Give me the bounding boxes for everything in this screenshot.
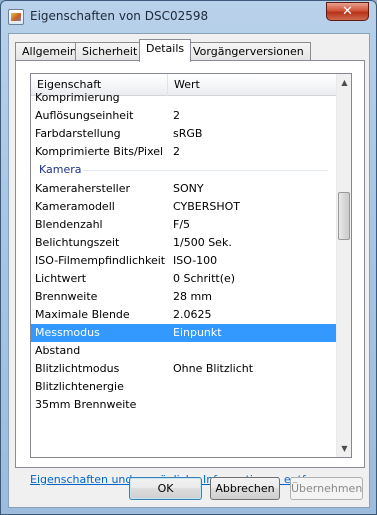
tab-vorgaengerversionen[interactable]: Vorgängerversionen — [186, 42, 311, 61]
list-item[interactable]: Auflösungseinheit 2 — [31, 107, 338, 125]
property-value: 2 — [173, 109, 180, 122]
details-panel: Eigenschaft Wert Komprimierung Auflösung… — [15, 60, 365, 468]
list-item[interactable]: Blendenzahl F/5 — [31, 216, 338, 234]
window-title: Eigenschaften von DSC02598 — [30, 9, 209, 23]
tab-sicherheit[interactable]: Sicherheit — [75, 42, 145, 61]
property-value: SONY — [173, 182, 204, 195]
property-value: 2.0625 — [173, 308, 212, 321]
list-item[interactable]: Lichtwert 0 Schritt(e) — [31, 270, 338, 288]
property-name: Auflösungseinheit — [35, 109, 134, 122]
property-name: Farbdarstellung — [35, 127, 121, 140]
property-name: Komprimierung — [35, 91, 120, 104]
list-item[interactable]: 35mm Brennweite — [31, 396, 338, 414]
property-value: Einpunkt — [173, 326, 222, 339]
property-name: ISO-Filmempfindlichkeit — [35, 254, 166, 267]
close-button[interactable]: ✕ — [326, 2, 369, 21]
list-item[interactable]: Farbdarstellung sRGB — [31, 125, 338, 143]
property-value: 0 Schritt(e) — [173, 272, 236, 285]
property-name: Brennweite — [35, 290, 98, 303]
property-name: Kamerahersteller — [35, 182, 130, 195]
dialog-window: Eigenschaften von DSC02598 ✕ Allgemein S… — [0, 0, 377, 515]
property-name: Kameramodell — [35, 200, 115, 213]
scroll-down-icon[interactable]: ▼ — [337, 440, 351, 457]
dialog-body: Allgemein Sicherheit Details Vorgängerve… — [8, 33, 370, 508]
vertical-scrollbar[interactable]: ▲ ▼ — [336, 74, 351, 457]
tab-allgemein[interactable]: Allgemein — [15, 42, 84, 61]
group-label: Kamera — [39, 163, 82, 176]
property-value: 28 mm — [173, 290, 212, 303]
list-item[interactable]: Kameramodell CYBERSHOT — [31, 198, 338, 216]
apply-button[interactable]: Übernehmen — [290, 477, 363, 500]
property-value: ISO-100 — [173, 254, 218, 267]
list-item[interactable]: Maximale Blende 2.0625 — [31, 306, 338, 324]
property-value: F/5 — [173, 218, 191, 231]
property-value: CYBERSHOT — [173, 200, 240, 213]
cancel-button[interactable]: Abbrechen — [210, 477, 280, 500]
property-name: Lichtwert — [35, 272, 87, 285]
property-value: sRGB — [173, 127, 203, 140]
property-name: 35mm Brennweite — [35, 398, 137, 411]
list-item[interactable]: Brennweite 28 mm — [31, 288, 338, 306]
image-file-icon — [8, 9, 24, 25]
property-value: 1/500 Sek. — [173, 236, 232, 249]
tab-details[interactable]: Details — [139, 39, 192, 62]
list-item[interactable]: Blitzlichtenergie — [31, 378, 338, 396]
property-name: Blendenzahl — [35, 218, 103, 231]
list-item[interactable]: Abstand — [31, 342, 338, 360]
property-name: Blitzlichtmodus — [35, 362, 120, 375]
property-name: Komprimierte Bits/Pixel — [35, 145, 164, 158]
list-item[interactable]: Kamerahersteller SONY — [31, 180, 338, 198]
title-bar[interactable]: Eigenschaften von DSC02598 ✕ — [1, 1, 376, 33]
property-name: Belichtungszeit — [35, 236, 120, 249]
group-header-kamera: Kamera — [31, 161, 338, 179]
list-item-selected[interactable]: Messmodus Einpunkt — [31, 324, 338, 342]
property-name: Abstand — [35, 344, 81, 357]
list-item[interactable]: Komprimierung — [31, 89, 338, 107]
properties-list[interactable]: Eigenschaft Wert Komprimierung Auflösung… — [30, 73, 352, 458]
scroll-up-icon[interactable]: ▲ — [337, 74, 351, 91]
group-divider — [83, 170, 328, 171]
property-name: Blitzlichtenergie — [35, 380, 124, 393]
list-item[interactable]: Blitzlichtmodus Ohne Blitzlicht — [31, 360, 338, 378]
property-name: Messmodus — [35, 326, 100, 339]
property-value: Ohne Blitzlicht — [173, 362, 254, 375]
list-item[interactable]: ISO-Filmempfindlichkeit ISO-100 — [31, 252, 338, 270]
property-value: 2 — [173, 145, 180, 158]
list-item[interactable]: Komprimierte Bits/Pixel 2 — [31, 143, 338, 161]
scroll-thumb[interactable] — [338, 192, 350, 240]
property-name: Maximale Blende — [35, 308, 130, 321]
ok-button[interactable]: OK — [129, 477, 202, 500]
list-item[interactable]: Belichtungszeit 1/500 Sek. — [31, 234, 338, 252]
